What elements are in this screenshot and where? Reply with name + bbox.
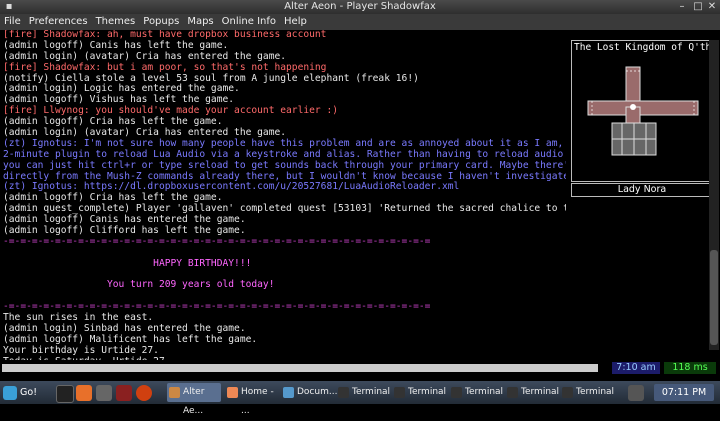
tray-icon[interactable] [628,385,644,401]
task-icon [562,387,573,398]
output-line: Today is Saturday, Urtide 27. [3,356,569,360]
menu-online-info[interactable]: Online Info [218,14,280,27]
player-marker-icon [630,104,636,110]
task-label: Terminal [352,387,391,397]
task-label: Alter Ae... [183,387,205,416]
output-line: -=-=-=-=-=-=-=-=-=-=-=-=-=-=-=-=-=-=-=-=… [3,235,431,247]
menu-preferences[interactable]: Preferences [25,14,92,27]
output-line: you can just hit ctrl+r or type sreload … [3,159,569,171]
task-label: Terminal [576,387,615,397]
start-label: Go! [20,387,38,398]
terminal-launcher-icon[interactable] [56,385,74,403]
game-output[interactable]: [fire] Shadowfax: ah, must have dropbox … [0,30,569,360]
minimize-icon[interactable]: – [676,2,688,12]
status-bar: 7:10 am 118 ms [0,362,720,374]
side-panel: The Lost Kingdom of Q'th Lady Nora [566,30,720,360]
menu-themes[interactable]: Themes [92,14,140,27]
task-label: Terminal [408,387,447,397]
start-button[interactable]: Go! [3,384,53,401]
output-scrollbar[interactable] [709,40,719,350]
menu-file[interactable]: File [0,14,25,27]
task-label: Docum... [297,387,338,397]
taskbar-task[interactable]: Terminal [505,383,559,402]
menu-maps[interactable]: Maps [183,14,217,27]
progress-bar [2,364,598,372]
menu-help[interactable]: Help [280,14,311,27]
firefox-launcher-icon[interactable] [76,385,92,401]
map-drawing [587,66,699,156]
taskbar-task[interactable]: Terminal [560,383,622,402]
taskbar-task[interactable]: Docum... [281,383,338,402]
window-titlebar: ▪ Alter Aeon - Player Shadowfax – □ ✕ [0,0,720,14]
close-icon[interactable]: ✕ [706,2,718,12]
maximize-icon[interactable]: □ [692,2,704,12]
task-icon [507,387,518,398]
taskbar-task[interactable]: Terminal [392,383,446,402]
output-line: [fire] Shadowfax: but i am poor, so that… [3,61,327,73]
task-label: Home - ... [241,387,274,416]
taskbar: Go! Alter Ae... Home - ... Docum... Termina… [0,381,720,416]
progress-fill [2,364,598,372]
game-time: 7:10 am [612,362,660,374]
task-label: Terminal [465,387,504,397]
clock[interactable]: 07:11 PM [654,384,714,401]
taskbar-task[interactable]: Alter Ae... [167,383,221,416]
minimap[interactable]: The Lost Kingdom of Q'th [571,40,713,182]
task-label: Terminal [521,387,560,397]
scrollbar-thumb[interactable] [710,250,718,345]
task-icon [169,387,180,398]
task-icon [394,387,405,398]
app2-launcher-icon[interactable] [136,385,152,401]
window-title: Alter Aeon - Player Shadowfax [284,1,436,12]
taskbar-task[interactable]: Terminal [449,383,503,402]
task-icon [283,387,294,398]
task-icon [451,387,462,398]
task-icon [338,387,349,398]
output-line: HAPPY BIRTHDAY!!! [3,257,252,269]
taskbar-task[interactable]: Home - ... [225,383,279,416]
output-line: You turn 209 years old today! [3,279,275,291]
app-launcher-icon[interactable] [96,385,112,401]
taskbar-task[interactable]: Terminal [336,383,390,402]
ping-readout: 118 ms [664,362,716,374]
menu-bar: File Preferences Themes Popups Maps Online In… [0,14,720,30]
game-launcher-icon[interactable] [116,385,132,401]
player-name-box: Lady Nora [571,183,713,197]
task-icon [227,387,238,398]
start-icon [3,385,17,400]
menu-popups[interactable]: Popups [139,14,183,27]
